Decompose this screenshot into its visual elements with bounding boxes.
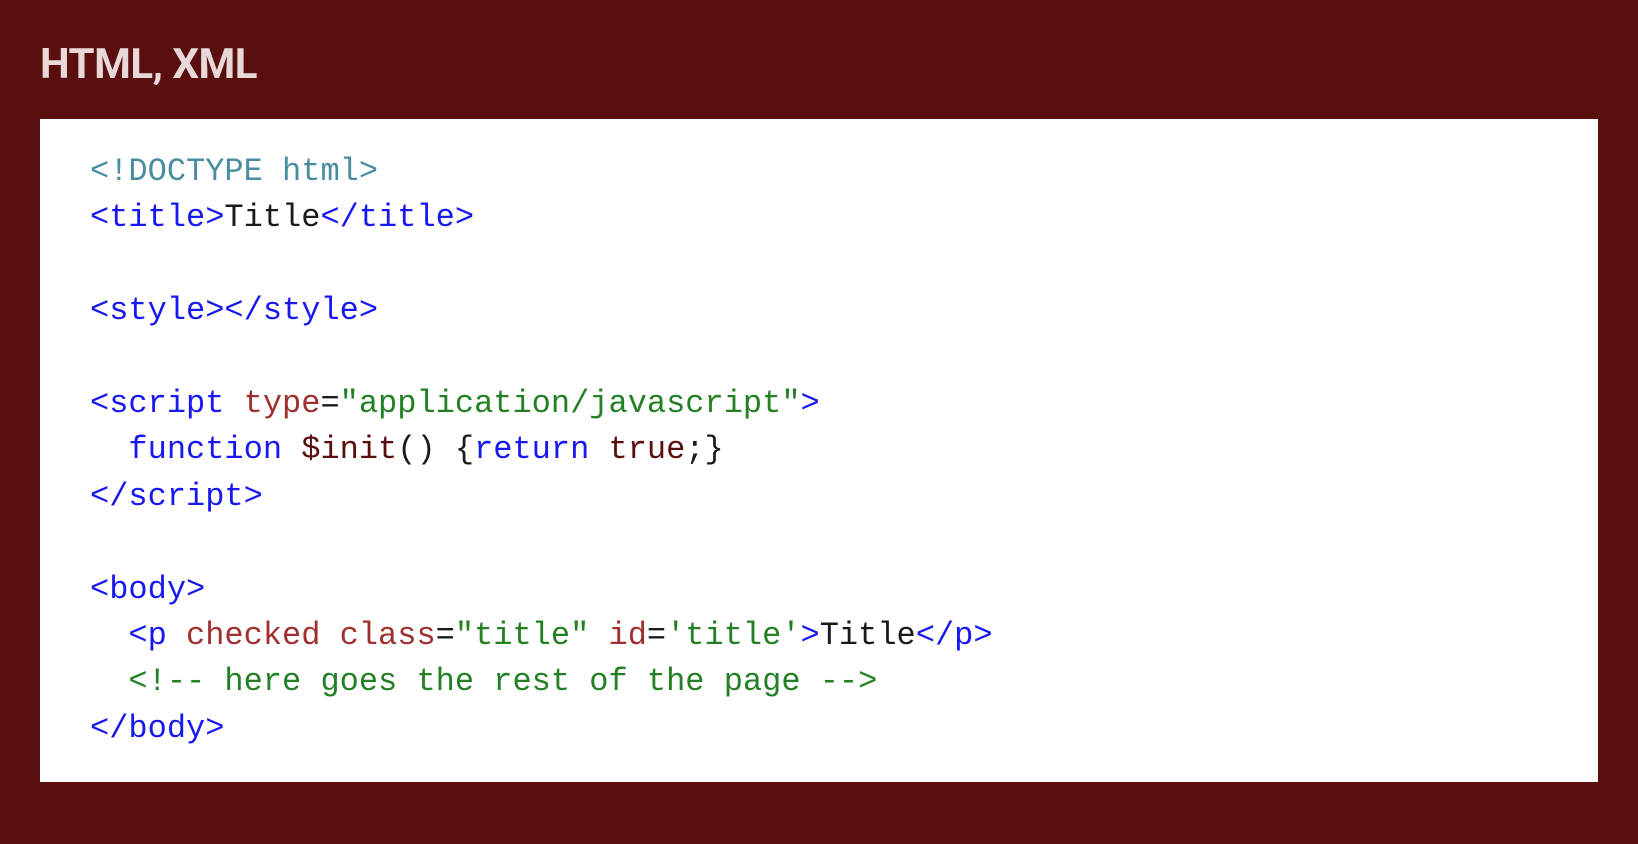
- code-tag-close: >: [801, 385, 820, 422]
- code-attr-value: "title": [455, 617, 589, 654]
- code-tag-close: </title>: [320, 199, 474, 236]
- code-space: [167, 617, 186, 654]
- code-punct: =: [647, 617, 666, 654]
- code-attr-name: class: [340, 617, 436, 654]
- code-punct: (): [397, 431, 435, 468]
- code-tag-open: <style>: [90, 292, 224, 329]
- code-attr-name: id: [608, 617, 646, 654]
- code-text: Title: [820, 617, 916, 654]
- code-punct: {: [455, 431, 474, 468]
- code-attr-name: checked: [186, 617, 320, 654]
- code-indent: [90, 663, 128, 700]
- code-bool: true: [608, 431, 685, 468]
- code-space: [320, 617, 339, 654]
- code-punct: ;}: [685, 431, 723, 468]
- code-tag-close: </p>: [916, 617, 993, 654]
- code-attr-value: "application/javascript": [340, 385, 801, 422]
- code-comment: <!-- here goes the rest of the page -->: [128, 663, 877, 700]
- code-text: Title: [224, 199, 320, 236]
- code-space: [436, 431, 455, 468]
- code-tag-close: </style>: [224, 292, 378, 329]
- section-heading: HTML, XML: [40, 40, 1598, 89]
- code-attr-value: 'title': [666, 617, 800, 654]
- code-tag-open: <p: [128, 617, 166, 654]
- code-space: [589, 431, 608, 468]
- code-space: [589, 617, 608, 654]
- code-tag-open: <body>: [90, 571, 205, 608]
- code-indent: [90, 431, 128, 468]
- code-tag-open: <title>: [90, 199, 224, 236]
- code-punct: =: [320, 385, 339, 422]
- code-tag-close: </scr: [90, 478, 186, 515]
- code-indent: [90, 617, 128, 654]
- code-punct: =: [436, 617, 455, 654]
- code-block: <!DOCTYPE html> <title>Title</title> <st…: [40, 119, 1598, 782]
- code-doctype: <!DOCTYPE html>: [90, 153, 378, 190]
- code-func-name: $init: [301, 431, 397, 468]
- code-space: [282, 431, 301, 468]
- code-tag-close: ipt>: [186, 478, 263, 515]
- code-keyword: function: [128, 431, 282, 468]
- code-tag-open: <script: [90, 385, 224, 422]
- code-attr-name: type: [244, 385, 321, 422]
- code-tag-close: </body>: [90, 710, 224, 747]
- code-keyword: return: [474, 431, 589, 468]
- code-tag-close: >: [801, 617, 820, 654]
